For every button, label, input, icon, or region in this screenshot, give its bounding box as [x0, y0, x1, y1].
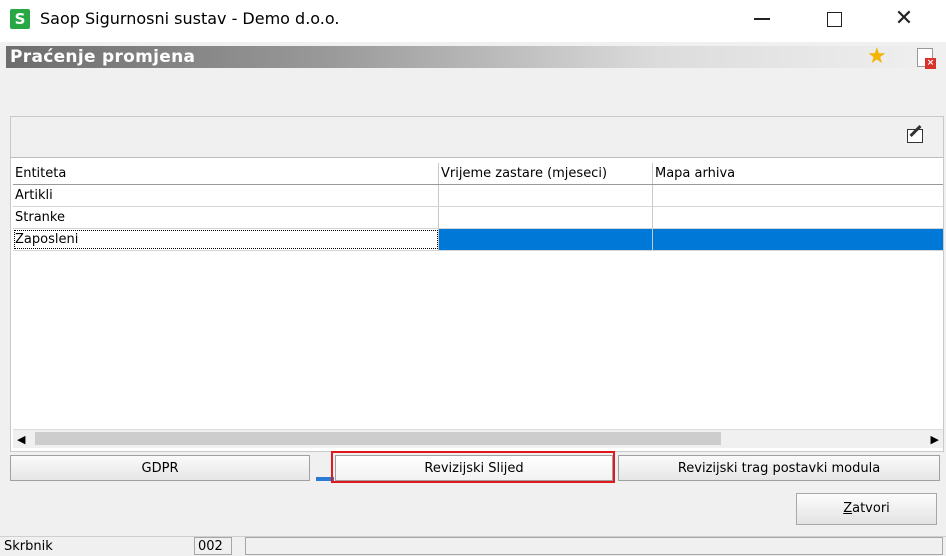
app-logo-icon: S [10, 9, 30, 29]
zatvori-button[interactable]: Zatvori [796, 493, 937, 525]
table-row[interactable]: Stranke [13, 207, 943, 229]
minimize-icon [754, 18, 770, 20]
grid-toolbar [11, 117, 943, 158]
grid-header-row: Entiteta Vrijeme zastare (mjeseci) Mapa … [13, 163, 943, 185]
cell-entiteta[interactable]: Stranke [13, 207, 439, 228]
close-document-icon[interactable]: × [917, 48, 936, 69]
tracking-panel: Entiteta Vrijeme zastare (mjeseci) Mapa … [10, 116, 944, 452]
form-header: Praćenje promjena [6, 46, 940, 68]
maximize-icon [826, 11, 842, 27]
cell-mapa[interactable] [653, 207, 943, 228]
minimize-button[interactable] [740, 4, 784, 34]
cell-entiteta[interactable]: Artikli [13, 185, 439, 206]
scroll-left-icon[interactable]: ◀ [17, 433, 25, 446]
page-title: Praćenje promjena [10, 47, 196, 67]
tab-revizijski-trag-postavki-modula[interactable]: Revizijski trag postavki modula [618, 455, 940, 481]
table-row[interactable]: Artikli [13, 185, 943, 207]
title-bar: S Saop Sigurnosni sustav - Demo d.o.o. ✕ [0, 0, 946, 42]
highlight-annotation [331, 451, 615, 483]
cell-entiteta[interactable]: Zaposleni [13, 229, 439, 250]
cell-mapa[interactable] [653, 185, 943, 206]
tab-gdpr[interactable]: GDPR [10, 455, 310, 481]
edit-icon[interactable] [907, 129, 923, 143]
maximize-button[interactable] [812, 4, 856, 34]
status-code: 002 [194, 537, 232, 555]
close-window-button[interactable]: ✕ [882, 4, 926, 34]
table-row-selected[interactable]: Zaposleni [13, 229, 943, 251]
horizontal-scrollbar[interactable]: ◀ ▶ [13, 429, 943, 448]
column-header-vrijeme-zastare[interactable]: Vrijeme zastare (mjeseci) [439, 163, 653, 184]
scrollbar-thumb[interactable] [35, 432, 721, 445]
cell-vrijeme[interactable] [439, 207, 653, 228]
status-user: Skrbnik [4, 539, 53, 554]
window-title: Saop Sigurnosni sustav - Demo d.o.o. [40, 9, 340, 28]
cell-vrijeme[interactable] [439, 229, 653, 250]
status-bar: Skrbnik 002 [0, 536, 946, 556]
cell-mapa[interactable] [653, 229, 943, 250]
favorite-star-icon[interactable]: ★ [867, 44, 887, 69]
cell-vrijeme[interactable] [439, 185, 653, 206]
close-icon: ✕ [894, 6, 914, 31]
status-message-field [245, 537, 943, 555]
scroll-right-icon[interactable]: ▶ [931, 433, 939, 446]
column-header-entiteta[interactable]: Entiteta [13, 163, 439, 184]
column-header-mapa-arhiva[interactable]: Mapa arhiva [653, 163, 943, 184]
